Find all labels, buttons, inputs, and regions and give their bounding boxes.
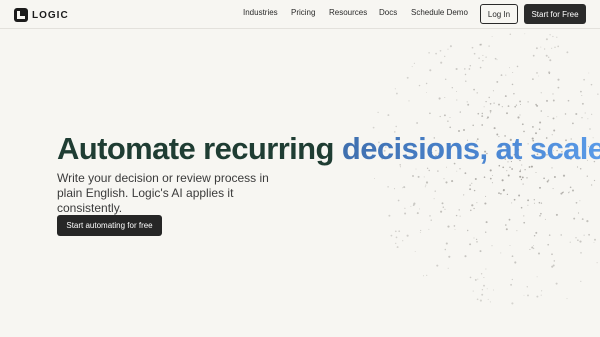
nav-industries[interactable]: Industries xyxy=(243,8,278,17)
hero-subtitle: Write your decision or review process in… xyxy=(57,171,269,215)
nav-resources[interactable]: Resources xyxy=(329,8,367,17)
logo-icon xyxy=(14,8,28,22)
nav-docs[interactable]: Docs xyxy=(379,8,397,17)
logo-text: LOGIC xyxy=(32,9,69,21)
nav-schedule-demo[interactable]: Schedule Demo xyxy=(411,8,468,17)
start-free-button[interactable]: Start for Free xyxy=(524,4,586,24)
nav-pricing[interactable]: Pricing xyxy=(291,8,315,17)
hero-cta-button[interactable]: Start automating for free xyxy=(57,215,162,236)
login-button[interactable]: Log In xyxy=(480,4,518,24)
particle-field xyxy=(372,33,599,305)
hero-title-part2: decisions, at scale xyxy=(342,131,600,166)
hero-title-part1: Automate recurring xyxy=(57,131,334,166)
logo[interactable]: LOGIC xyxy=(14,7,69,23)
site-header: LOGIC Industries Pricing Resources Docs … xyxy=(0,0,600,29)
hero-title: Automate recurring decisions, at scale xyxy=(57,131,600,167)
